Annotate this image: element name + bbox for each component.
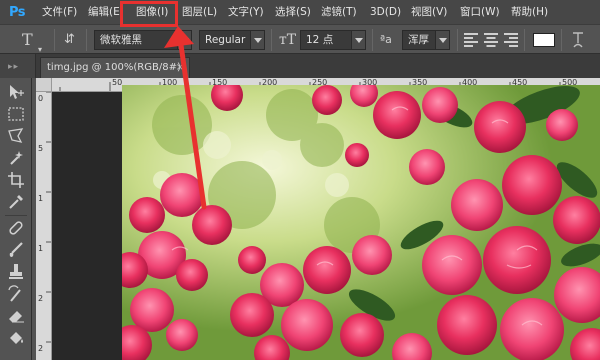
menu-view[interactable]: 视图(V) <box>411 0 447 24</box>
menu-file[interactable]: 文件(F) <box>42 0 77 24</box>
menu-layer[interactable]: 图层(L) <box>182 0 217 24</box>
brush-icon[interactable] <box>6 240 26 260</box>
divider <box>86 29 87 51</box>
document-tab[interactable]: timg.jpg @ 100%(RGB/8#) × <box>40 57 190 78</box>
ruler-label: 1 <box>38 194 44 203</box>
move-icon[interactable] <box>6 82 26 102</box>
lasso-icon[interactable] <box>6 126 26 146</box>
ruler-label: 0 <box>38 94 44 103</box>
ruler-label: 2 <box>38 344 44 353</box>
paint-bucket-icon[interactable] <box>6 328 26 348</box>
chevron-down-icon <box>177 31 191 49</box>
panel-collapse-handle[interactable]: ▸▸ <box>0 54 36 78</box>
menu-select[interactable]: 选择(S) <box>275 0 311 24</box>
chevron-down-icon <box>351 31 365 49</box>
chevron-down-icon <box>250 31 264 49</box>
text-orientation-icon[interactable]: ⇵ <box>64 29 75 51</box>
menu-type[interactable]: 文字(Y) <box>228 0 264 24</box>
ruler-label: 1 <box>38 244 44 253</box>
menu-help[interactable]: 帮助(H) <box>511 0 548 24</box>
document-canvas-image[interactable] <box>122 85 600 360</box>
font-style-value: Regular <box>205 34 246 46</box>
antialias-select[interactable]: 浑厚 <box>402 30 450 50</box>
antialias-value: 浑厚 <box>408 34 429 46</box>
text-color-swatch[interactable] <box>533 33 555 47</box>
font-size-value: 12 点 <box>306 34 334 46</box>
align-left-icon[interactable] <box>464 33 478 47</box>
quick-select-icon[interactable] <box>6 148 26 168</box>
divider <box>457 29 458 51</box>
vertical-ruler[interactable]: 0 5 1 1 2 2 <box>36 92 52 360</box>
ruler-label: 5 <box>38 144 44 153</box>
menu-3d[interactable]: 3D(D) <box>370 0 401 24</box>
options-bar: T ▾ ⇵ 微软雅黑 Regular ᴛT 12 点 ªa 浑厚 <box>0 24 600 54</box>
divider <box>271 29 272 51</box>
menu-window[interactable]: 窗口(W) <box>460 0 500 24</box>
photoshop-logo: Ps <box>8 4 26 20</box>
antialias-icon: ªa <box>380 33 392 46</box>
document-tab-title: timg.jpg @ 100%(RGB/8#) <box>47 62 181 73</box>
align-center-icon[interactable] <box>484 33 498 47</box>
history-brush-icon[interactable] <box>6 284 26 304</box>
align-right-icon[interactable] <box>504 33 518 47</box>
eraser-icon[interactable] <box>6 306 26 326</box>
document-tab-strip: ▸▸ timg.jpg @ 100%(RGB/8#) × <box>0 54 600 78</box>
font-family-value: 微软雅黑 <box>100 34 142 46</box>
ruler-label: 2 <box>38 294 44 303</box>
ruler-ticks <box>46 92 51 343</box>
marquee-icon[interactable] <box>6 104 26 124</box>
divider <box>372 29 373 51</box>
menu-filter[interactable]: 滤镜(T) <box>321 0 357 24</box>
divider <box>54 29 55 51</box>
tools-panel <box>0 78 32 360</box>
healing-brush-icon[interactable] <box>6 218 26 238</box>
crop-icon[interactable] <box>6 170 26 190</box>
ruler-origin[interactable] <box>36 78 52 92</box>
menu-bar: Ps 文件(F) 编辑(E) 图像(I) 图层(L) 文字(Y) 选择(S) 滤… <box>0 0 600 24</box>
font-size-select[interactable]: 12 点 <box>300 30 366 50</box>
divider <box>5 215 27 216</box>
menu-edit[interactable]: 编辑(E) <box>88 0 124 24</box>
warp-text-icon[interactable] <box>570 31 586 49</box>
highlight-box <box>120 1 178 27</box>
chevron-down-icon <box>435 31 449 49</box>
font-family-select[interactable]: 微软雅黑 <box>94 30 192 50</box>
roses-photo <box>122 85 600 360</box>
close-icon[interactable]: × <box>176 58 184 78</box>
divider <box>524 29 525 51</box>
font-size-icon: ᴛT <box>279 32 297 48</box>
ruler-label: 50 <box>112 78 123 87</box>
clone-stamp-icon[interactable] <box>6 262 26 282</box>
divider <box>561 29 562 51</box>
font-style-select[interactable]: Regular <box>199 30 265 50</box>
type-tool-icon[interactable]: T <box>22 29 33 51</box>
eyedropper-icon[interactable] <box>6 192 26 212</box>
